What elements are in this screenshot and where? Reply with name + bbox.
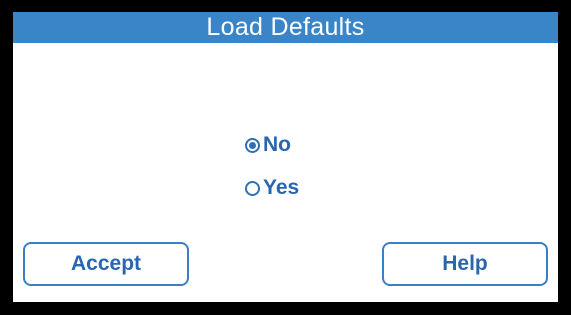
option-no[interactable]: No	[245, 133, 291, 157]
screen: Load Defaults No Yes Accept Help	[13, 12, 558, 302]
option-no-label: No	[263, 133, 291, 156]
accept-button[interactable]: Accept	[23, 242, 189, 286]
option-yes[interactable]: Yes	[245, 176, 299, 200]
radio-unselected-icon[interactable]	[245, 180, 260, 196]
help-button[interactable]: Help	[382, 242, 548, 286]
radio-selected-icon[interactable]	[245, 137, 260, 153]
option-yes-label: Yes	[263, 176, 300, 199]
page-title: Load Defaults	[13, 12, 558, 43]
